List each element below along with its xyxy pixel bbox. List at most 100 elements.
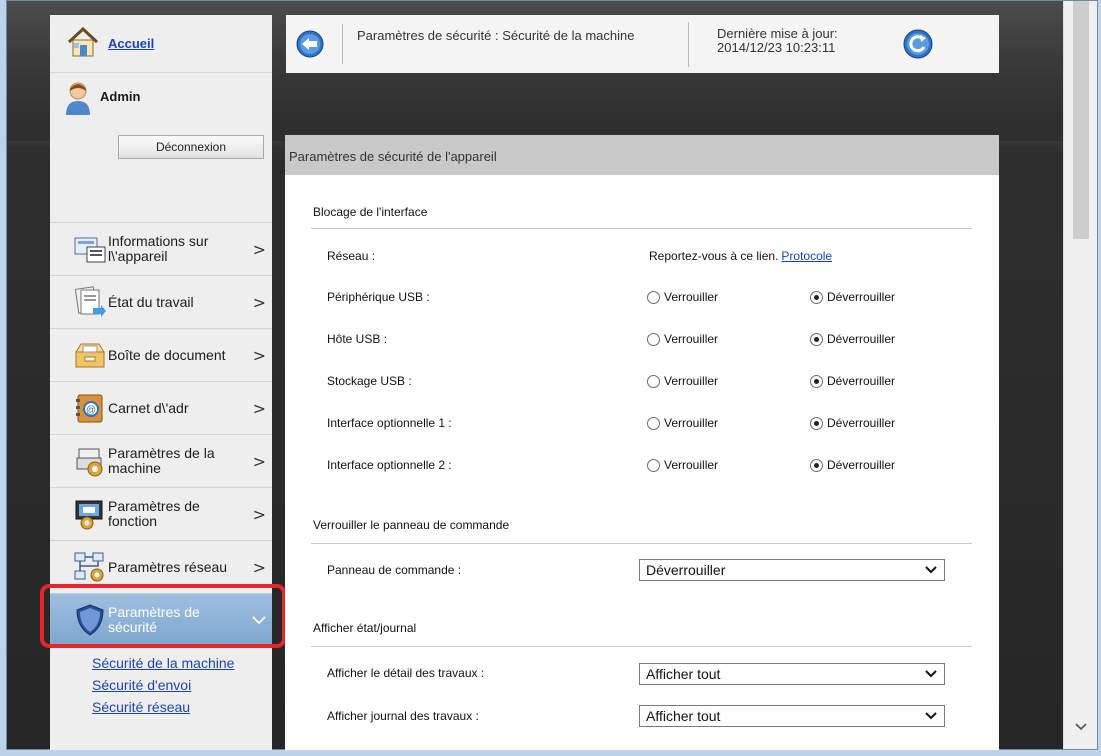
chevron-right-icon: > bbox=[252, 240, 266, 259]
unlock-radio[interactable]: Déverrouiller bbox=[810, 290, 895, 304]
home-link[interactable]: Accueil bbox=[108, 36, 154, 51]
divider bbox=[311, 228, 972, 229]
radio-icon bbox=[810, 290, 823, 304]
interface-label: Interface optionnelle 1 : bbox=[327, 416, 452, 430]
highlight-box bbox=[40, 584, 286, 648]
chevron-right-icon: > bbox=[252, 452, 266, 471]
job-log-label: Afficher journal des travaux : bbox=[327, 709, 479, 723]
radio-label: Déverrouiller bbox=[827, 290, 896, 304]
radio-label: Déverrouiller bbox=[827, 416, 896, 430]
sidebar-item-label: Informations sur l\'appareil bbox=[108, 233, 209, 264]
sidebar-item-device-info[interactable]: Informations sur l\'appareil > bbox=[50, 222, 272, 275]
radio-label: Déverrouiller bbox=[827, 332, 896, 346]
radio-label: Déverrouiller bbox=[827, 374, 896, 388]
network-text: Reportez-vous à ce lien. bbox=[649, 249, 779, 263]
logout-wrap: Déconnexion bbox=[50, 129, 272, 159]
device-info-icon bbox=[72, 232, 108, 266]
subnav-machine-security[interactable]: Sécurité de la machine bbox=[92, 654, 234, 676]
chevron-down-icon bbox=[924, 562, 938, 576]
subnav-network-security[interactable]: Sécurité réseau bbox=[92, 698, 234, 720]
last-update-time: 2014/12/23 10:23:11 bbox=[717, 39, 836, 55]
last-update: Dernière mise à jour: 2014/12/23 10:23:1… bbox=[688, 21, 869, 67]
protocol-link[interactable]: Protocole bbox=[781, 249, 832, 263]
interface-label: Hôte USB : bbox=[327, 332, 388, 346]
sidebar-item-machine-settings[interactable]: Paramètres de la machine > bbox=[50, 434, 272, 487]
radio-icon bbox=[647, 290, 660, 304]
refresh-icon[interactable] bbox=[903, 29, 933, 59]
machine-settings-icon bbox=[72, 444, 108, 478]
control-panel-select[interactable]: Déverrouiller bbox=[639, 559, 945, 581]
security-subnav: Sécurité de la machine Sécurité d'envoi … bbox=[92, 654, 234, 720]
chevron-right-icon: > bbox=[252, 346, 266, 365]
sidebar-item-document-box[interactable]: Boîte de document > bbox=[50, 328, 272, 381]
sidebar-item-label: Boîte de document bbox=[108, 346, 226, 363]
job-log-select[interactable]: Afficher tout bbox=[639, 705, 945, 727]
sidebar-item-label: Paramètres de la machine bbox=[108, 445, 215, 476]
radio-label: Verrouiller bbox=[664, 458, 719, 472]
lock-radio[interactable]: Verrouiller bbox=[647, 458, 718, 472]
page-header: Paramètres de sécurité : Sécurité de la … bbox=[286, 15, 999, 73]
home-row: Accueil bbox=[50, 15, 272, 73]
network-link-row: Reportez-vous à ce lien. Protocole bbox=[649, 249, 832, 263]
radio-icon bbox=[810, 458, 823, 472]
radio-icon bbox=[647, 374, 660, 388]
section-panel-title: Verrouiller le panneau de commande bbox=[313, 518, 510, 532]
lock-radio[interactable]: Verrouiller bbox=[647, 416, 718, 430]
settings-panel: Paramètres de sécurité de l'appareil Blo… bbox=[285, 135, 999, 750]
address-book-icon: @ bbox=[72, 391, 108, 425]
chevron-right-icon: > bbox=[252, 505, 266, 524]
subnav-send-security[interactable]: Sécurité d'envoi bbox=[92, 676, 234, 698]
unlock-radio[interactable]: Déverrouiller bbox=[810, 374, 895, 388]
sidebar-item-address-book[interactable]: @ Carnet d\'adr > bbox=[50, 381, 272, 434]
user-name: Admin bbox=[100, 89, 141, 104]
sidebar-item-label: État du travail bbox=[108, 293, 194, 310]
select-value: Afficher tout bbox=[646, 708, 721, 724]
radio-icon bbox=[810, 416, 823, 430]
job-detail-select[interactable]: Afficher tout bbox=[639, 663, 945, 685]
radio-icon bbox=[647, 332, 660, 346]
scroll-down-arrow-icon[interactable] bbox=[1071, 719, 1091, 735]
scrollbar-thumb[interactable] bbox=[1073, 1, 1089, 239]
vertical-scrollbar[interactable] bbox=[1063, 1, 1097, 749]
radio-label: Verrouiller bbox=[664, 374, 719, 388]
select-value: Déverrouiller bbox=[646, 562, 726, 578]
sidebar-item-job-status[interactable]: État du travail > bbox=[50, 275, 272, 328]
sidebar-item-function-settings[interactable]: Paramètres de fonction > bbox=[50, 487, 272, 540]
chevron-down-icon bbox=[924, 708, 938, 722]
radio-label: Déverrouiller bbox=[827, 458, 896, 472]
user-avatar-icon bbox=[64, 81, 92, 120]
svg-text:@: @ bbox=[86, 405, 96, 416]
network-label: Réseau : bbox=[327, 249, 376, 263]
lock-radio[interactable]: Verrouiller bbox=[647, 374, 718, 388]
interface-label: Interface optionnelle 2 : bbox=[327, 458, 452, 472]
job-detail-label: Afficher le détail des travaux : bbox=[327, 666, 485, 680]
chevron-right-icon: > bbox=[252, 293, 266, 312]
lock-radio[interactable]: Verrouiller bbox=[647, 290, 718, 304]
interface-label: Stockage USB : bbox=[327, 374, 412, 388]
chevron-down-icon bbox=[924, 666, 938, 680]
back-arrow-icon[interactable] bbox=[296, 30, 324, 58]
lock-radio[interactable]: Verrouiller bbox=[647, 332, 718, 346]
chevron-right-icon: > bbox=[252, 399, 266, 418]
interface-label: Périphérique USB : bbox=[327, 290, 430, 304]
function-settings-icon bbox=[72, 497, 108, 531]
unlock-radio[interactable]: Déverrouiller bbox=[810, 458, 895, 472]
sidebar-nav: Informations sur l\'appareil > État du t… bbox=[50, 222, 272, 646]
page-title: Paramètres de sécurité : Sécurité de la … bbox=[342, 24, 688, 64]
network-settings-icon bbox=[72, 550, 108, 584]
radio-label: Verrouiller bbox=[664, 290, 719, 304]
home-icon[interactable] bbox=[66, 26, 100, 61]
document-box-icon bbox=[72, 338, 108, 372]
control-panel-label: Panneau de commande : bbox=[327, 563, 462, 577]
sidebar-item-label: Paramètres de fonction bbox=[108, 498, 200, 529]
radio-icon bbox=[810, 332, 823, 346]
unlock-radio[interactable]: Déverrouiller bbox=[810, 416, 895, 430]
select-value: Afficher tout bbox=[646, 666, 721, 682]
section-status-title: Afficher état/journal bbox=[313, 621, 417, 635]
sidebar-item-label: Carnet d\'adr bbox=[108, 399, 189, 416]
radio-icon bbox=[647, 458, 660, 472]
radio-label: Verrouiller bbox=[664, 416, 719, 430]
last-update-label: Dernière mise à jour: bbox=[717, 25, 838, 41]
logout-button[interactable]: Déconnexion bbox=[118, 135, 264, 159]
unlock-radio[interactable]: Déverrouiller bbox=[810, 332, 895, 346]
